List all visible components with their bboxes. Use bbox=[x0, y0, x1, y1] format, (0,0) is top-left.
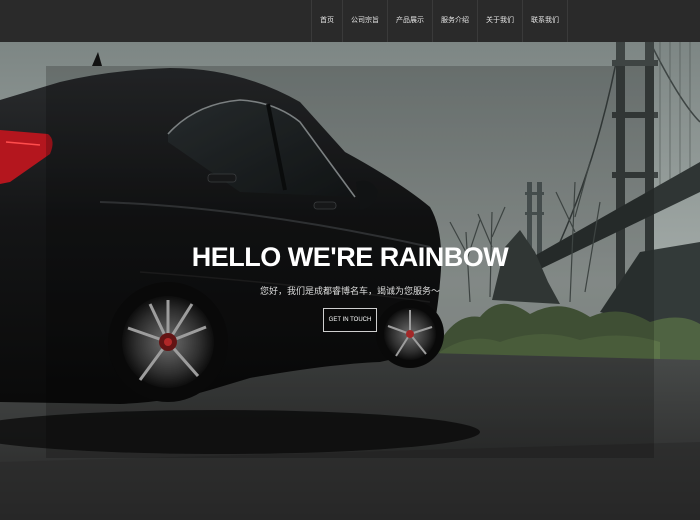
nav-item-home[interactable]: 首页 bbox=[311, 0, 342, 42]
hero-title: HELLO WE'RE RAINBOW bbox=[191, 242, 509, 272]
main-nav-menu: 首页 公司宗旨 产品展示 服务介绍 关于我们 联系我们 bbox=[311, 0, 568, 42]
top-navbar: 首页 公司宗旨 产品展示 服务介绍 关于我们 联系我们 bbox=[0, 0, 700, 42]
nav-item-products[interactable]: 产品展示 bbox=[387, 0, 432, 42]
page: 首页 公司宗旨 产品展示 服务介绍 关于我们 联系我们 HELLO WE'RE … bbox=[0, 0, 700, 520]
nav-item-about[interactable]: 关于我们 bbox=[477, 0, 522, 42]
hero-banner: HELLO WE'RE RAINBOW 您好，我们是成都睿博名车，竭诚为您服务～… bbox=[0, 42, 700, 520]
nav-item-contact[interactable]: 联系我们 bbox=[522, 0, 568, 42]
hero-subtitle: 您好，我们是成都睿博名车，竭诚为您服务～ bbox=[259, 286, 440, 296]
get-in-touch-button[interactable]: GET IN TOUCH bbox=[323, 308, 377, 332]
nav-item-services[interactable]: 服务介绍 bbox=[432, 0, 477, 42]
nav-item-purpose[interactable]: 公司宗旨 bbox=[342, 0, 387, 42]
